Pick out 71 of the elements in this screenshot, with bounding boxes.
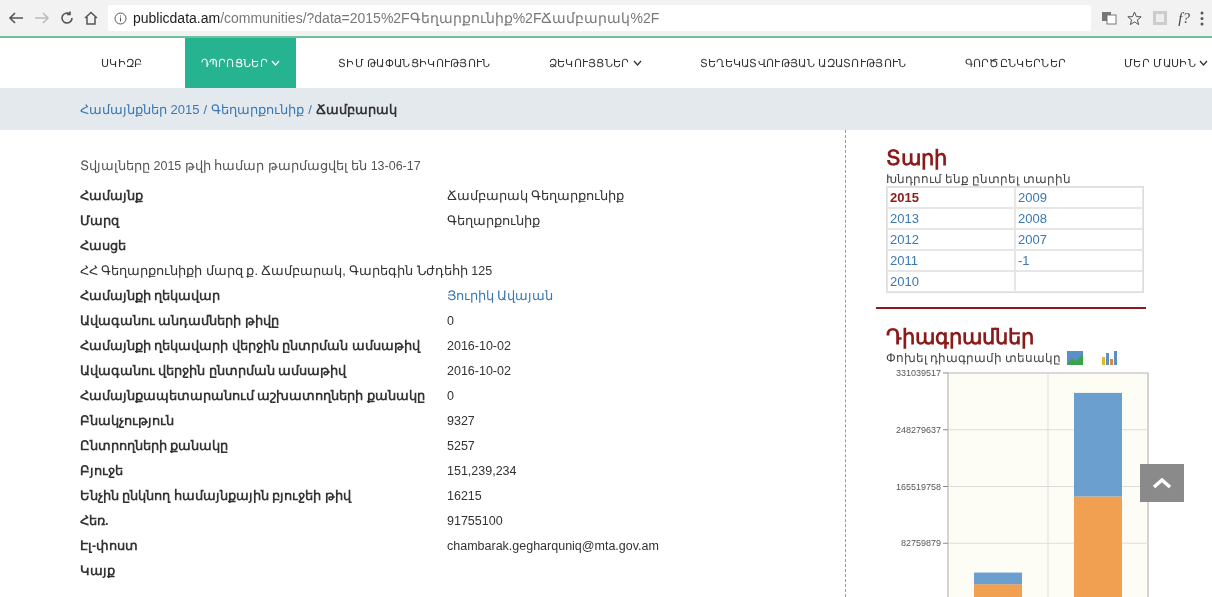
field-label: Ավագանու անդամների թիվը xyxy=(80,312,279,330)
field-value: 2016-10-02 xyxy=(447,362,511,380)
field-value: Գեղարքունիք xyxy=(447,212,540,230)
field-label: Էլ-փոստ xyxy=(80,537,139,555)
area-chart-icon[interactable] xyxy=(1067,351,1084,365)
field-value: 91755100 xyxy=(447,512,503,530)
star-icon[interactable] xyxy=(1127,10,1143,26)
field-label: Բնակչություն xyxy=(80,412,174,430)
field-value: 5257 xyxy=(447,437,475,455)
field-label: Մարզ xyxy=(80,212,119,230)
field-label: Բյուջե xyxy=(80,462,123,480)
back-icon[interactable] xyxy=(8,11,24,25)
field-label: Հեռ. xyxy=(80,512,109,530)
nav-tab[interactable]: ՍԿԻԶԲ xyxy=(85,38,159,88)
address-text: ՀՀ Գեղարքունիքի մարզ ք. Ճամբարակ, Գարեգին Նժդեհի 125 xyxy=(80,262,493,280)
panel-title: Տարի xyxy=(886,145,947,172)
panel-title: Դիագրամներ xyxy=(886,324,1034,351)
field-value: 0 xyxy=(447,312,454,330)
y-tick-label: 248279637 xyxy=(895,424,941,435)
field-value: 16215 xyxy=(447,487,482,505)
breadcrumb-link[interactable]: Համայնքներ 2015 xyxy=(80,101,200,117)
scroll-top-button[interactable] xyxy=(1140,464,1184,502)
nav-tab[interactable]: ՄԵՐ ՄԱՍԻՆ xyxy=(1108,38,1212,88)
nav-tab[interactable]: ԳՈՐԾԸՆԿԵՐՆԵՐ xyxy=(948,38,1083,88)
year-link[interactable]: 2008 xyxy=(1015,208,1143,229)
field-value: 9327 xyxy=(447,412,475,430)
year-link[interactable]: 2007 xyxy=(1015,229,1143,250)
address-bar[interactable]: publicdata.am/communities/?data=2015%2FԳեղարքունիք%2FՃամբարակ%2F xyxy=(108,5,1092,31)
year-link[interactable]: 2009 xyxy=(1015,187,1143,208)
y-tick-label: 165519758 xyxy=(895,481,941,492)
menu-icon[interactable] xyxy=(1200,10,1204,26)
nav-tab[interactable]: ԴՊՐՈՑՆԵՐ xyxy=(184,38,296,88)
field-link[interactable]: Յուրիկ Ավայան xyxy=(447,285,554,306)
field-label: Համայնք xyxy=(80,187,143,205)
breadcrumb-link[interactable]: Գեղարքունիք xyxy=(211,101,305,117)
field-label: Ընտրողների քանակը xyxy=(80,437,229,455)
field-label: Կայք xyxy=(80,562,115,580)
field-label: Համայնքապետարանում աշխատողների քանակը xyxy=(80,387,425,405)
field-value: 0 xyxy=(447,387,454,405)
year-link[interactable]: 2011 xyxy=(887,250,1015,271)
field-value: chambarak.gegharquniq@mta.gov.am xyxy=(447,537,659,555)
nav-tab[interactable]: ՏԻՄ ԹԱՓԱՆՑԻԿՈՒԹՅՈՒՆ xyxy=(321,38,507,88)
field-label: Հասցե xyxy=(80,237,126,256)
year-link[interactable]: 2012 xyxy=(887,229,1015,250)
chevron-up-icon xyxy=(1152,477,1172,489)
breadcrumb-link[interactable]: Ճամբարակ xyxy=(315,101,397,117)
field-label: Ավագանու վերջին ընտրման ամսաթիվ xyxy=(80,362,347,380)
info-icon xyxy=(114,11,127,25)
year-link[interactable]: 2015 xyxy=(887,187,1015,208)
y-tick-label: 331039517 xyxy=(895,368,941,378)
year-link[interactable]: -1 xyxy=(1015,250,1143,271)
year-link[interactable]: 2013 xyxy=(887,208,1015,229)
year-link[interactable]: 2010 xyxy=(887,271,1015,292)
breadcrumb-separator: / xyxy=(203,101,208,117)
reload-icon[interactable] xyxy=(60,11,74,25)
year-hint: Խնդրում ենք ընտրել տարին xyxy=(886,172,1072,186)
field-label: Ենչին ընկնող համայնքային բյուջեի թիվ xyxy=(80,487,351,505)
field-label: Համայնքի ղեկավարի վերջին ընտրման ամսաթիվ xyxy=(80,337,420,355)
update-note: Տվյալները 2015 թվի համար թարմացվել են 13-06-17 xyxy=(80,158,422,173)
field-value: Ճամբարակ Գեղարքունիք xyxy=(447,187,625,205)
chart-type-hint: Փոխել դիագրամի տեսակը xyxy=(886,351,1062,365)
home-icon[interactable] xyxy=(84,11,98,25)
extension-button[interactable]: f? xyxy=(1178,9,1190,27)
field-label: Համայնքի ղեկավար xyxy=(80,287,221,305)
y-tick-label: 82759879 xyxy=(900,538,941,549)
field-value: 2016-10-02 xyxy=(447,337,511,355)
nav-tab[interactable]: ՏԵՂԵԿԱՏՎՈՒԹՅԱՆ ԱԶԱՏՈՒԹՅՈՒՆ xyxy=(683,38,923,88)
field-value: 151,239,234 xyxy=(447,462,517,480)
nav-tab[interactable]: ՁԵԿՈՒՅՑՆԵՐ xyxy=(532,38,658,88)
breadcrumb-separator: / xyxy=(308,101,312,117)
bar-chart-icon[interactable] xyxy=(1101,351,1118,365)
